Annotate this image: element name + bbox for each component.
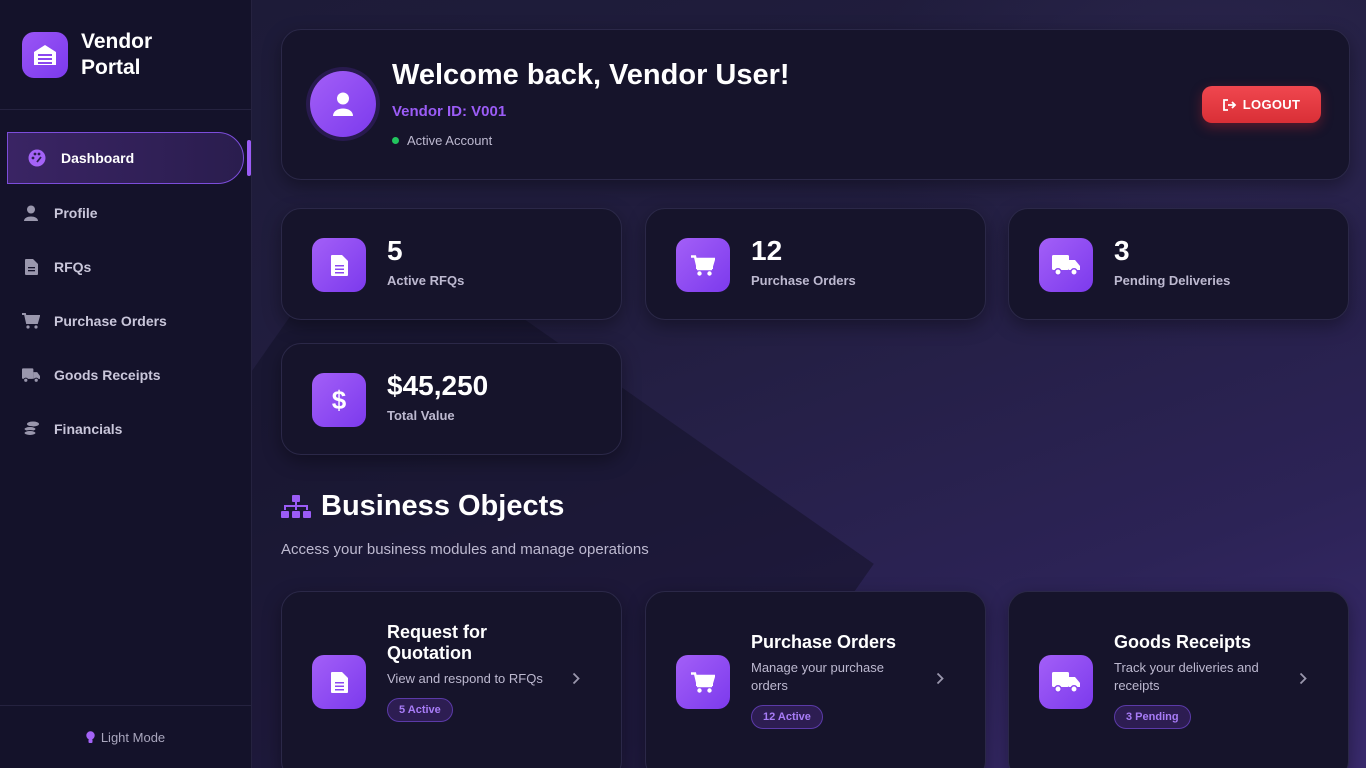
status-text: Active Account — [407, 133, 493, 148]
module-card-goods-receipts[interactable]: Goods Receipts Track your deliveries and… — [1008, 591, 1349, 768]
sidebar-item-purchase-orders[interactable]: Purchase Orders — [0, 294, 251, 348]
module-description: Manage your purchase orders — [751, 660, 884, 693]
sidebar-item-label: RFQs — [54, 259, 92, 275]
theme-toggle[interactable]: Light Mode — [0, 705, 251, 768]
module-card-rfq[interactable]: Request for Quotation View and respond t… — [281, 591, 622, 768]
theme-toggle-label: Light Mode — [100, 729, 166, 745]
chevron-right-icon — [936, 672, 944, 685]
stat-label: Pending Deliveries — [1114, 273, 1231, 288]
warehouse-icon — [22, 31, 68, 78]
lightbulb-icon — [86, 730, 95, 744]
sidebar-item-dashboard[interactable]: Dashboard — [7, 132, 244, 184]
section-title: Business Objects — [281, 490, 564, 523]
brand-name: Vendor Portal — [81, 29, 153, 79]
user-icon — [22, 204, 40, 222]
logout-button[interactable]: LOGOUT — [1202, 86, 1321, 123]
stat-card-purchase-orders[interactable]: 12 Purchase Orders — [645, 208, 986, 320]
stat-card-total-value[interactable]: $ $45,250 Total Value — [281, 343, 622, 455]
sitemap-icon — [281, 494, 311, 519]
chevron-right-icon — [1299, 672, 1307, 685]
file-icon — [22, 258, 40, 276]
status-badge: 5 Active — [387, 698, 453, 722]
stat-value: 5 — [387, 235, 403, 266]
sidebar: Vendor Portal Dashboard Profile RFQs Pur… — [0, 0, 252, 768]
cart-icon — [22, 312, 40, 330]
dollar-icon: $ — [312, 373, 366, 427]
stat-value: $45,250 — [387, 370, 489, 401]
file-icon — [312, 655, 366, 709]
stat-value: 3 — [1114, 235, 1130, 266]
sidebar-nav: Dashboard Profile RFQs Purchase Orders G… — [0, 110, 251, 456]
stat-card-active-rfqs[interactable]: 5 Active RFQs — [281, 208, 622, 320]
palette-icon — [28, 149, 46, 167]
stat-card-pending-deliveries[interactable]: 3 Pending Deliveries — [1008, 208, 1349, 320]
module-body: Goods Receipts Track your deliveries and… — [1114, 632, 1284, 729]
welcome-title: Welcome back, Vendor User! — [392, 59, 790, 91]
logout-label: LOGOUT — [1242, 97, 1301, 112]
sign-out-icon — [1222, 98, 1237, 111]
sidebar-item-label: Profile — [54, 205, 98, 221]
module-title: Request for Quotation — [387, 622, 488, 663]
section-title-text: Business Objects — [321, 490, 565, 522]
truck-icon — [22, 366, 40, 384]
sidebar-item-label: Dashboard — [61, 150, 135, 166]
cart-icon — [676, 655, 730, 709]
account-status: Active Account — [392, 133, 492, 148]
active-indicator — [247, 140, 251, 176]
module-card-purchase-orders[interactable]: Purchase Orders Manage your purchase ord… — [645, 591, 986, 768]
module-body: Purchase Orders Manage your purchase ord… — [751, 632, 921, 729]
sidebar-item-label: Financials — [54, 421, 123, 437]
avatar — [310, 71, 376, 137]
coins-icon — [22, 420, 40, 438]
cart-icon — [676, 238, 730, 292]
status-badge: 3 Pending — [1114, 705, 1191, 729]
file-icon — [312, 238, 366, 292]
stat-label: Total Value — [387, 408, 455, 423]
status-dot — [392, 137, 399, 144]
sidebar-item-financials[interactable]: Financials — [0, 402, 251, 456]
user-icon — [333, 92, 353, 116]
module-description: View and respond to RFQs — [387, 671, 543, 686]
stat-label: Purchase Orders — [751, 273, 856, 288]
truck-icon — [1039, 238, 1093, 292]
module-title: Goods Receipts — [1114, 632, 1252, 652]
sidebar-item-rfqs[interactable]: RFQs — [0, 240, 251, 294]
module-body: Request for Quotation View and respond t… — [387, 622, 557, 722]
chevron-right-icon — [572, 672, 580, 685]
stat-label: Active RFQs — [387, 273, 465, 288]
truck-icon — [1039, 655, 1093, 709]
section-subtitle: Access your business modules and manage … — [281, 541, 649, 558]
status-badge: 12 Active — [751, 705, 823, 729]
module-description: Track your deliveries and receipts — [1114, 660, 1259, 693]
sidebar-item-profile[interactable]: Profile — [0, 186, 251, 240]
brand[interactable]: Vendor Portal — [0, 0, 251, 110]
vendor-id: Vendor ID: V001 — [392, 103, 507, 120]
module-title: Purchase Orders — [751, 632, 897, 652]
welcome-card: Welcome back, Vendor User! Vendor ID: V0… — [281, 29, 1350, 180]
sidebar-item-label: Purchase Orders — [54, 313, 167, 329]
sidebar-item-goods-receipts[interactable]: Goods Receipts — [0, 348, 251, 402]
sidebar-item-label: Goods Receipts — [54, 367, 161, 383]
stat-value: 12 — [751, 235, 783, 266]
